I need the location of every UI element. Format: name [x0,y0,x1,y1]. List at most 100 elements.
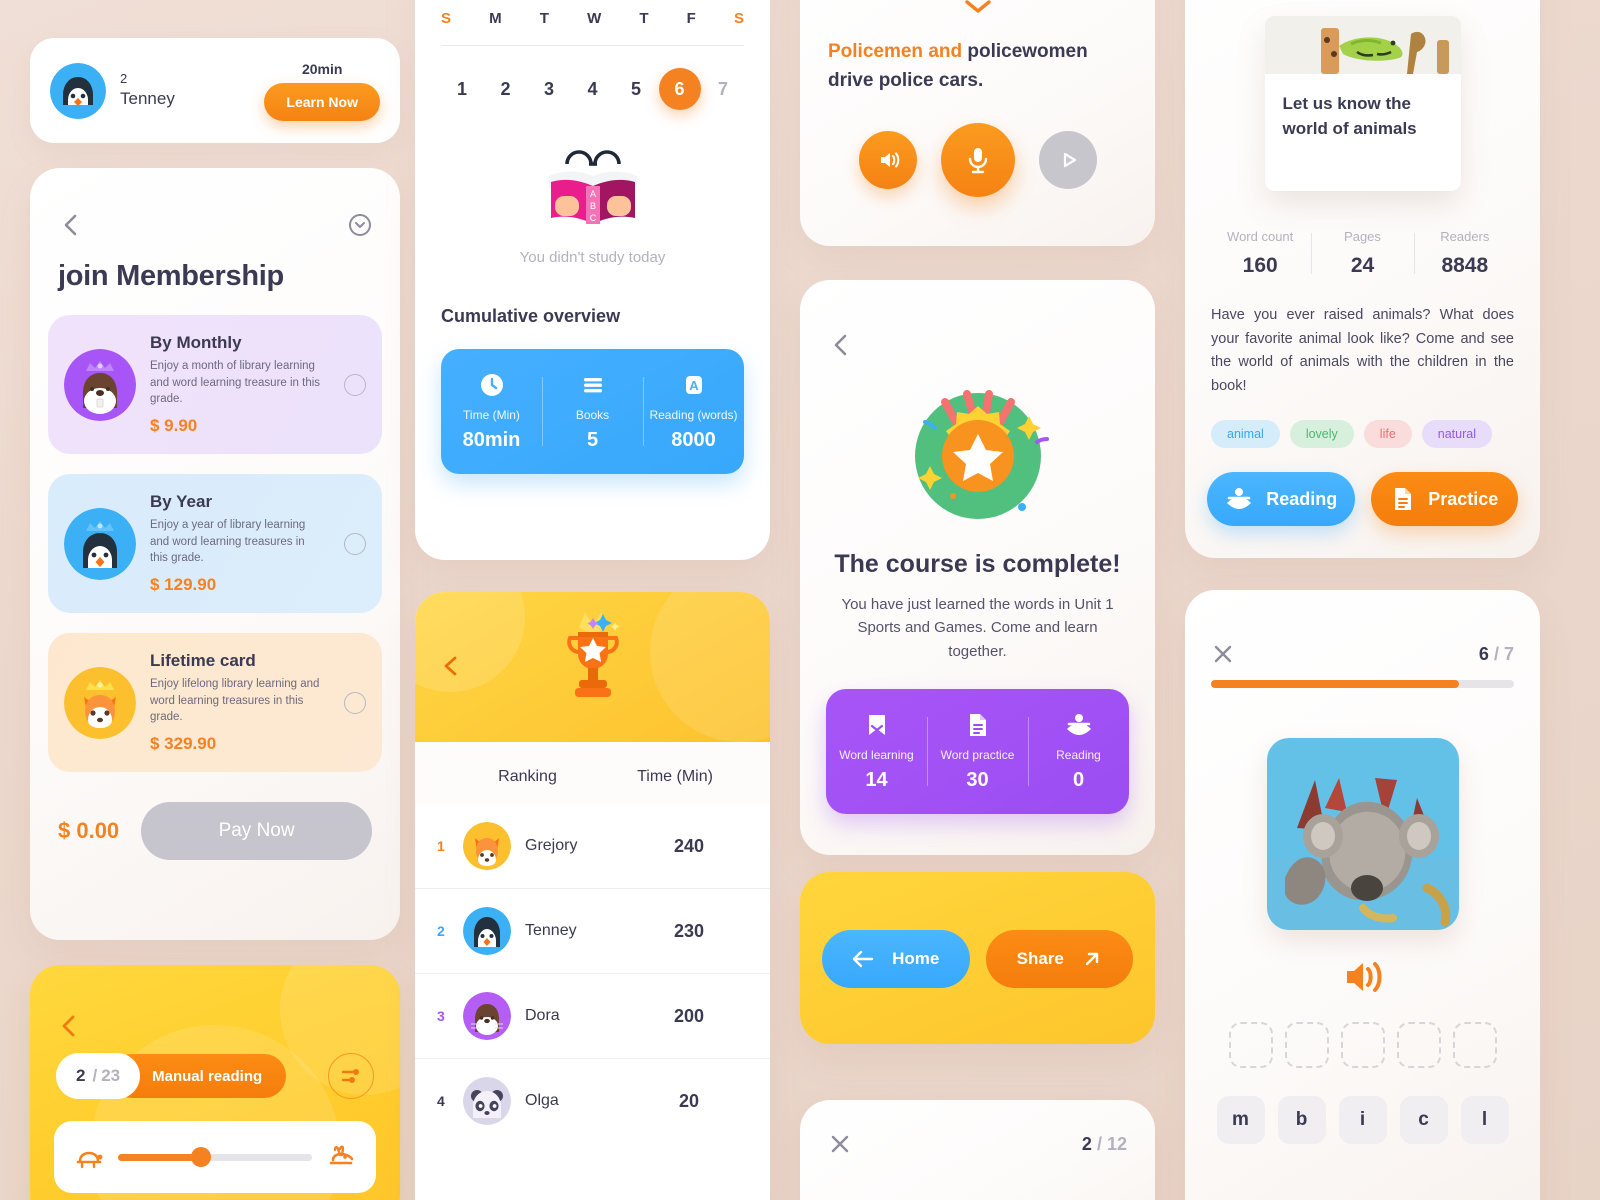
stat-value: 24 [1350,254,1375,278]
plan-option-yearly[interactable]: By Year Enjoy a year of library learning… [48,474,382,614]
fox-avatar [463,822,511,870]
speed-slider[interactable] [118,1147,312,1167]
plan-radio[interactable] [344,532,366,555]
plan-description: Enjoy a year of library learning and wor… [150,519,306,565]
letter-key[interactable]: l [1460,1096,1509,1144]
plan-description: Enjoy lifelong library learning and word… [150,678,320,724]
speaker-icon [880,152,899,168]
plan-radio[interactable] [344,373,366,396]
plan-radio[interactable] [344,691,366,714]
empty-state-text: You didn't study today [519,249,666,266]
tag-animal[interactable]: animal [1211,420,1280,449]
table-row[interactable]: 2 Tenney 230 [415,888,770,973]
play-button[interactable] [1038,131,1097,189]
book-cover[interactable]: Let us know the world of animals [1264,16,1461,192]
plan-option-lifetime[interactable]: Lifetime card Enjoy lifelong library lea… [48,633,382,773]
arrow-left-icon[interactable] [439,654,463,678]
table-row[interactable]: 1 Grejory 240 [415,804,770,888]
spelling-progress-counter: 6 / 7 [1479,644,1514,665]
letter-key[interactable]: m [1216,1096,1265,1144]
calendar-date[interactable]: 7 [702,68,744,110]
stat-label: Word count [1227,229,1294,245]
speaker-icon[interactable] [1341,958,1385,996]
speaker-button[interactable] [858,131,917,189]
calendar-card: S M T W T F S 1 2 3 4 5 6 7 A B C You di… [415,0,770,560]
table-row[interactable]: 4 Olga 20 [415,1058,770,1143]
letter-key[interactable]: b [1277,1096,1326,1144]
help-circle-icon[interactable] [348,213,372,237]
rank-time: 20 [678,1090,700,1111]
rank-number: 3 [437,1008,445,1024]
koala-photo [1266,738,1459,930]
tag-natural[interactable]: natural [1421,420,1493,449]
sentence-text: Policemen and policewomen drive police c… [800,16,1155,95]
table-row[interactable]: 3 Dora 200 [415,973,770,1058]
share-button-label: Share [1016,949,1064,968]
letter-a-icon: A [643,371,744,399]
stat-value: 0 [1072,768,1085,791]
reading-button[interactable]: Reading [1207,472,1355,527]
microphone-button[interactable] [940,123,1015,197]
calendar-date[interactable]: 2 [485,68,527,110]
calendar-date[interactable]: 4 [572,68,614,110]
calendar-date[interactable]: 3 [528,68,570,110]
stat-value: 8848 [1441,254,1489,278]
answer-slot[interactable] [1396,1022,1441,1068]
panda-avatar [463,1077,511,1125]
penguin-avatar [463,907,511,955]
answer-slots [1185,1022,1540,1068]
weekday-label: M [489,10,502,27]
home-button[interactable]: Home [822,930,970,988]
close-icon[interactable] [828,1132,852,1156]
arrow-left-icon[interactable] [828,332,1155,358]
ranking-header [415,592,770,742]
answer-slot[interactable] [1340,1022,1385,1068]
practice-button[interactable]: Practice [1370,472,1518,527]
answer-slot[interactable] [1228,1022,1273,1068]
calendar-date[interactable]: 5 [615,68,657,110]
learn-now-button[interactable]: Learn Now [264,82,380,121]
complete-stats: Word learning 14 Word practice 30 Readin… [826,688,1129,814]
date-row: 1 2 3 4 5 6 7 [441,68,744,110]
trophy-icon [545,608,641,720]
stat-label: Reading (words) [649,408,738,422]
plan-title: By Year [150,492,213,512]
pay-now-button[interactable]: Pay Now [141,802,372,861]
share-button[interactable]: Share [985,930,1133,988]
calendar-date-selected[interactable]: 6 [658,68,701,110]
plan-list: By Monthly Enjoy a month of library lear… [30,293,400,773]
stat-label: Time (Min) [463,408,520,422]
document-icon [927,711,1028,739]
tag-life[interactable]: life [1363,420,1412,449]
book-cover-image [1264,16,1461,74]
answer-slot[interactable] [1452,1022,1497,1068]
open-book-icon [1224,486,1254,512]
plan-title: Lifetime card [150,651,256,671]
ranking-columns: Ranking Time (Min) [415,742,770,804]
plan-option-monthly[interactable]: By Monthly Enjoy a month of library lear… [48,315,382,455]
course-complete-card: The course is complete! You have just le… [800,280,1155,855]
stat-word-count: Word count 160 [1209,229,1311,278]
stat-label: Word practice [940,747,1015,762]
slider-knob[interactable] [191,1147,212,1167]
section-title-overview: Cumulative overview [441,306,621,326]
svg-text:A: A [689,378,699,393]
arrow-left-icon[interactable] [56,1013,82,1039]
sliders-icon[interactable] [328,1053,374,1099]
practice-button-label: Practice [1428,488,1499,509]
plan-description: Enjoy a month of library learning and wo… [150,360,321,406]
chevron-down-icon[interactable] [963,0,993,16]
plan-title: By Monthly [150,333,242,352]
letter-key[interactable]: i [1338,1096,1387,1144]
answer-slot[interactable] [1284,1022,1329,1068]
bookmark-icon [826,711,927,739]
beaver-avatar [64,348,136,421]
stat-label: Word learning [839,747,914,762]
tag-lovely[interactable]: lovely [1289,420,1354,449]
letter-key[interactable]: c [1399,1096,1448,1144]
arrow-left-icon[interactable] [58,212,84,238]
quiz-current: 2 [1081,1133,1092,1154]
calendar-date[interactable]: 1 [441,68,483,110]
close-icon[interactable] [1211,642,1235,666]
complete-description: You have just learned the words in Unit … [841,596,1114,660]
